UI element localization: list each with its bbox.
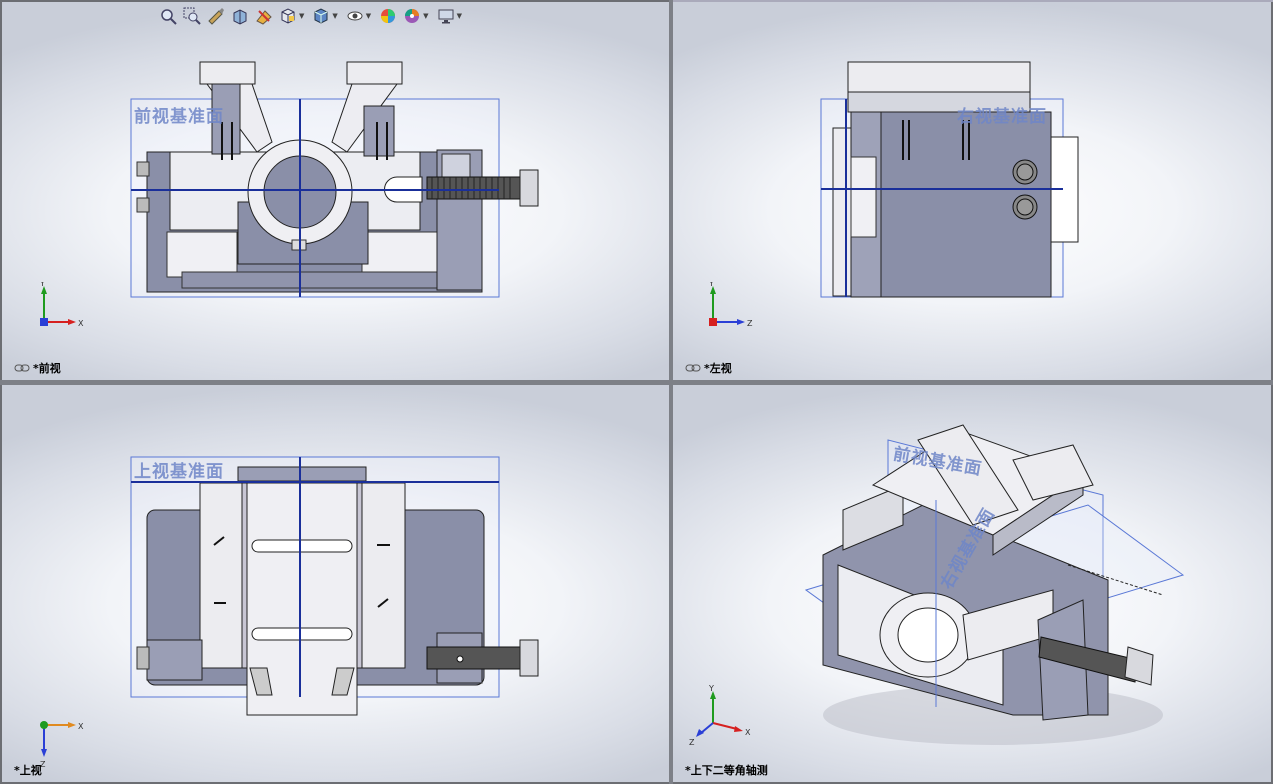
- view-label-left[interactable]: *左视: [685, 360, 732, 376]
- chevron-down-icon[interactable]: ▼: [423, 12, 428, 20]
- heads-up-toolbar: ▼ ▼ ▼ ▼ ▼: [158, 6, 465, 26]
- previous-view-icon[interactable]: [206, 6, 226, 26]
- chevron-down-icon[interactable]: ▼: [299, 12, 304, 20]
- display-style-icon[interactable]: [311, 6, 331, 26]
- view-orientation-icon[interactable]: [278, 6, 298, 26]
- front-plane-label[interactable]: 前视基准面: [134, 102, 224, 127]
- view-name: *左视: [704, 362, 732, 375]
- view-settings-icon[interactable]: [436, 6, 456, 26]
- top-plane-label[interactable]: 上视基准面: [134, 457, 224, 482]
- view-label-front[interactable]: *前视: [14, 360, 61, 376]
- viewport-front[interactable]: ▼ ▼ ▼ ▼ ▼ 前视基准面 Y X *前视: [2, 2, 669, 380]
- view-name: *前视: [33, 362, 61, 375]
- coordinate-triad: Y X Z: [689, 685, 751, 745]
- section-view-icon[interactable]: [230, 6, 250, 26]
- coordinate-triad: Y Z: [708, 282, 753, 328]
- link-views-icon: [14, 364, 30, 372]
- link-views-icon: [685, 364, 701, 372]
- triad-y-label: Y: [708, 685, 714, 693]
- triad-y-label: Y: [708, 282, 714, 288]
- coordinate-triad: Y X: [39, 282, 84, 328]
- triad-x-label: X: [78, 319, 84, 328]
- front-view-model[interactable]: [2, 2, 669, 380]
- zoom-to-fit-icon[interactable]: [158, 6, 178, 26]
- chevron-down-icon[interactable]: ▼: [332, 12, 337, 20]
- left-view-model[interactable]: [673, 2, 1271, 380]
- chevron-down-icon[interactable]: ▼: [366, 12, 371, 20]
- view-label-top[interactable]: *上视: [14, 762, 42, 778]
- triad-z-label: Z: [689, 738, 695, 745]
- view-label-isometric[interactable]: *上下二等角轴测: [685, 762, 768, 778]
- right-plane-label[interactable]: 右视基准面: [957, 102, 1047, 127]
- view-name: *上下二等角轴测: [685, 764, 768, 777]
- viewport-left[interactable]: 右视基准面 Y Z *左视: [673, 2, 1271, 380]
- isometric-view-model[interactable]: [673, 385, 1271, 782]
- triad-y-label: Y: [39, 282, 45, 288]
- view-name: *上视: [14, 764, 42, 777]
- triad-x-label: X: [745, 728, 751, 737]
- viewport-top[interactable]: 上视基准面 X Z *上视: [2, 385, 669, 782]
- edit-appearance-icon[interactable]: [378, 6, 398, 26]
- hide-show-items-icon[interactable]: [345, 6, 365, 26]
- top-view-model[interactable]: [2, 385, 669, 782]
- zoom-to-area-icon[interactable]: [182, 6, 202, 26]
- dynamic-annotation-icon[interactable]: [254, 6, 274, 26]
- triad-x-label: X: [78, 722, 84, 731]
- viewport-isometric[interactable]: 前视基准面 右视基准面 Y X Z *上下二等角轴测: [673, 385, 1271, 782]
- triad-z-label: Z: [747, 319, 753, 328]
- apply-scene-icon[interactable]: [402, 6, 422, 26]
- chevron-down-icon[interactable]: ▼: [457, 12, 462, 20]
